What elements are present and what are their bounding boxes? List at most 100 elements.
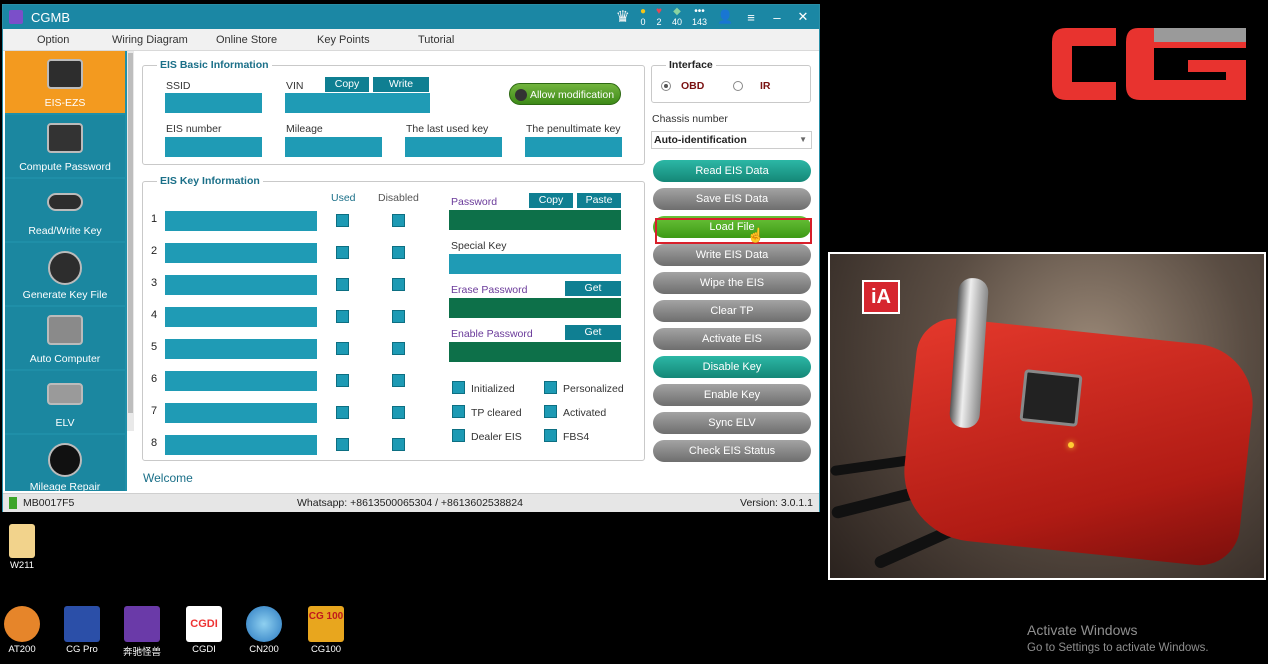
- erase-password-field[interactable]: [449, 298, 621, 318]
- sidebar-item-mileage-repair[interactable]: Mileage Repair: [5, 435, 125, 491]
- sidebar-item-eis-ezs[interactable]: EIS-EZS: [5, 51, 125, 113]
- key-row-field[interactable]: [165, 403, 317, 423]
- clear-tp-button[interactable]: Clear TP: [653, 300, 811, 322]
- mileage-field[interactable]: [285, 137, 382, 157]
- personalized-checkbox[interactable]: [544, 381, 557, 394]
- key-row-number: 4: [151, 309, 158, 321]
- vin-write-button[interactable]: Write: [373, 77, 429, 92]
- close-button[interactable]: ✕: [795, 9, 811, 25]
- penultimate-key-field[interactable]: [525, 137, 622, 157]
- menu-bar: Option Wiring Diagram Online Store Key P…: [3, 29, 819, 51]
- status-led: [1068, 442, 1074, 448]
- menu-online-store[interactable]: Online Store: [216, 34, 277, 46]
- sidebar-item-auto-computer[interactable]: Auto Computer: [5, 307, 125, 369]
- vin-field[interactable]: [285, 93, 430, 113]
- menu-wiring-diagram[interactable]: Wiring Diagram: [112, 34, 188, 46]
- menu-option[interactable]: Option: [37, 34, 69, 46]
- key-used-checkbox[interactable]: [336, 278, 349, 291]
- key-disabled-checkbox[interactable]: [392, 342, 405, 355]
- cg-pro-icon: [64, 606, 100, 642]
- enable-get-button[interactable]: Get: [565, 325, 621, 340]
- sidebar: EIS-EZS Compute Password Read/Write Key …: [5, 51, 127, 491]
- key-disabled-checkbox[interactable]: [392, 246, 405, 259]
- key-row-field[interactable]: [165, 307, 317, 327]
- key-disabled-checkbox[interactable]: [392, 374, 405, 387]
- mileage-label: Mileage: [286, 123, 323, 135]
- sidebar-item-generate-key-file[interactable]: Generate Key File: [5, 243, 125, 305]
- ssid-field[interactable]: [165, 93, 262, 113]
- sidebar-item-compute-password[interactable]: Compute Password: [5, 115, 125, 177]
- key-used-checkbox[interactable]: [336, 310, 349, 323]
- enable-password-field[interactable]: [449, 342, 621, 362]
- key-row-field[interactable]: [165, 275, 317, 295]
- folder-w211[interactable]: W211: [0, 524, 44, 571]
- key-used-checkbox[interactable]: [336, 246, 349, 259]
- key-row-field[interactable]: [165, 435, 317, 455]
- shortcut-label: CG100: [310, 644, 342, 655]
- enable-key-button[interactable]: Enable Key: [653, 384, 811, 406]
- key-slot: [1019, 369, 1083, 427]
- erase-get-button[interactable]: Get: [565, 281, 621, 296]
- last-used-key-field[interactable]: [405, 137, 502, 157]
- key-used-checkbox[interactable]: [336, 342, 349, 355]
- write-eis-data-button[interactable]: Write EIS Data: [653, 244, 811, 266]
- key-row-field[interactable]: [165, 371, 317, 391]
- highlight-frame: [655, 218, 812, 244]
- menu-tutorial[interactable]: Tutorial: [418, 34, 454, 46]
- key-row-field[interactable]: [165, 243, 317, 263]
- dealer-eis-checkbox[interactable]: [452, 429, 465, 442]
- chassis-number-select[interactable]: Auto-identification ▼: [651, 131, 812, 149]
- device-id: MB0017F5: [23, 497, 75, 509]
- shortcut-label: CN200: [249, 644, 279, 655]
- key-disabled-checkbox[interactable]: [392, 438, 405, 451]
- allow-modification-toggle[interactable]: Allow modification: [509, 83, 621, 105]
- menu-icon[interactable]: ≡: [743, 10, 759, 25]
- check-eis-status-button[interactable]: Check EIS Status: [653, 440, 811, 462]
- sidebar-scrollbar[interactable]: [127, 51, 134, 431]
- eis-number-field[interactable]: [165, 137, 262, 157]
- ir-radio[interactable]: [733, 81, 743, 91]
- key-used-checkbox[interactable]: [336, 406, 349, 419]
- vin-copy-button[interactable]: Copy: [325, 77, 369, 92]
- activate-eis-button[interactable]: Activate EIS: [653, 328, 811, 350]
- obd-radio[interactable]: [661, 81, 671, 91]
- sidebar-item-label: EIS-EZS: [44, 97, 86, 109]
- shortcut-cg100[interactable]: CG 100 CG100: [304, 606, 348, 655]
- scrollbar-thumb[interactable]: [128, 53, 133, 413]
- key-disabled-checkbox[interactable]: [392, 310, 405, 323]
- special-key-field[interactable]: [449, 254, 621, 274]
- shortcut-cgdi[interactable]: CGDI CGDI: [182, 606, 226, 655]
- password-paste-button[interactable]: Paste: [577, 193, 621, 208]
- key-disabled-checkbox[interactable]: [392, 214, 405, 227]
- key-disabled-checkbox[interactable]: [392, 406, 405, 419]
- shortcut-cg-pro[interactable]: CG Pro: [60, 606, 104, 655]
- initialized-checkbox[interactable]: [452, 381, 465, 394]
- key-row-field[interactable]: [165, 211, 317, 231]
- shortcut-benz-monster[interactable]: 奔驰怪兽: [120, 606, 164, 658]
- fbs4-checkbox[interactable]: [544, 429, 557, 442]
- key-disabled-checkbox[interactable]: [392, 278, 405, 291]
- password-field[interactable]: [449, 210, 621, 230]
- wipe-eis-button[interactable]: Wipe the EIS: [653, 272, 811, 294]
- key-used-checkbox[interactable]: [336, 374, 349, 387]
- tp-cleared-checkbox[interactable]: [452, 405, 465, 418]
- activated-checkbox[interactable]: [544, 405, 557, 418]
- crown-icon[interactable]: ♛: [616, 7, 630, 27]
- password-copy-button[interactable]: Copy: [529, 193, 573, 208]
- shortcut-at200[interactable]: AT200: [0, 606, 44, 655]
- used-header: Used: [331, 192, 356, 204]
- sync-elv-button[interactable]: Sync ELV: [653, 412, 811, 434]
- sidebar-item-read-write-key[interactable]: Read/Write Key: [5, 179, 125, 241]
- eis-number-label: EIS number: [166, 123, 222, 135]
- shortcut-cn200[interactable]: CN200: [242, 606, 286, 655]
- sidebar-item-elv[interactable]: ELV: [5, 371, 125, 433]
- read-eis-data-button[interactable]: Read EIS Data: [653, 160, 811, 182]
- disable-key-button[interactable]: Disable Key: [653, 356, 811, 378]
- minimize-button[interactable]: –: [769, 10, 785, 25]
- user-icon[interactable]: 👤: [717, 9, 733, 25]
- key-used-checkbox[interactable]: [336, 438, 349, 451]
- menu-key-points[interactable]: Key Points: [317, 34, 370, 46]
- key-row-field[interactable]: [165, 339, 317, 359]
- key-used-checkbox[interactable]: [336, 214, 349, 227]
- save-eis-data-button[interactable]: Save EIS Data: [653, 188, 811, 210]
